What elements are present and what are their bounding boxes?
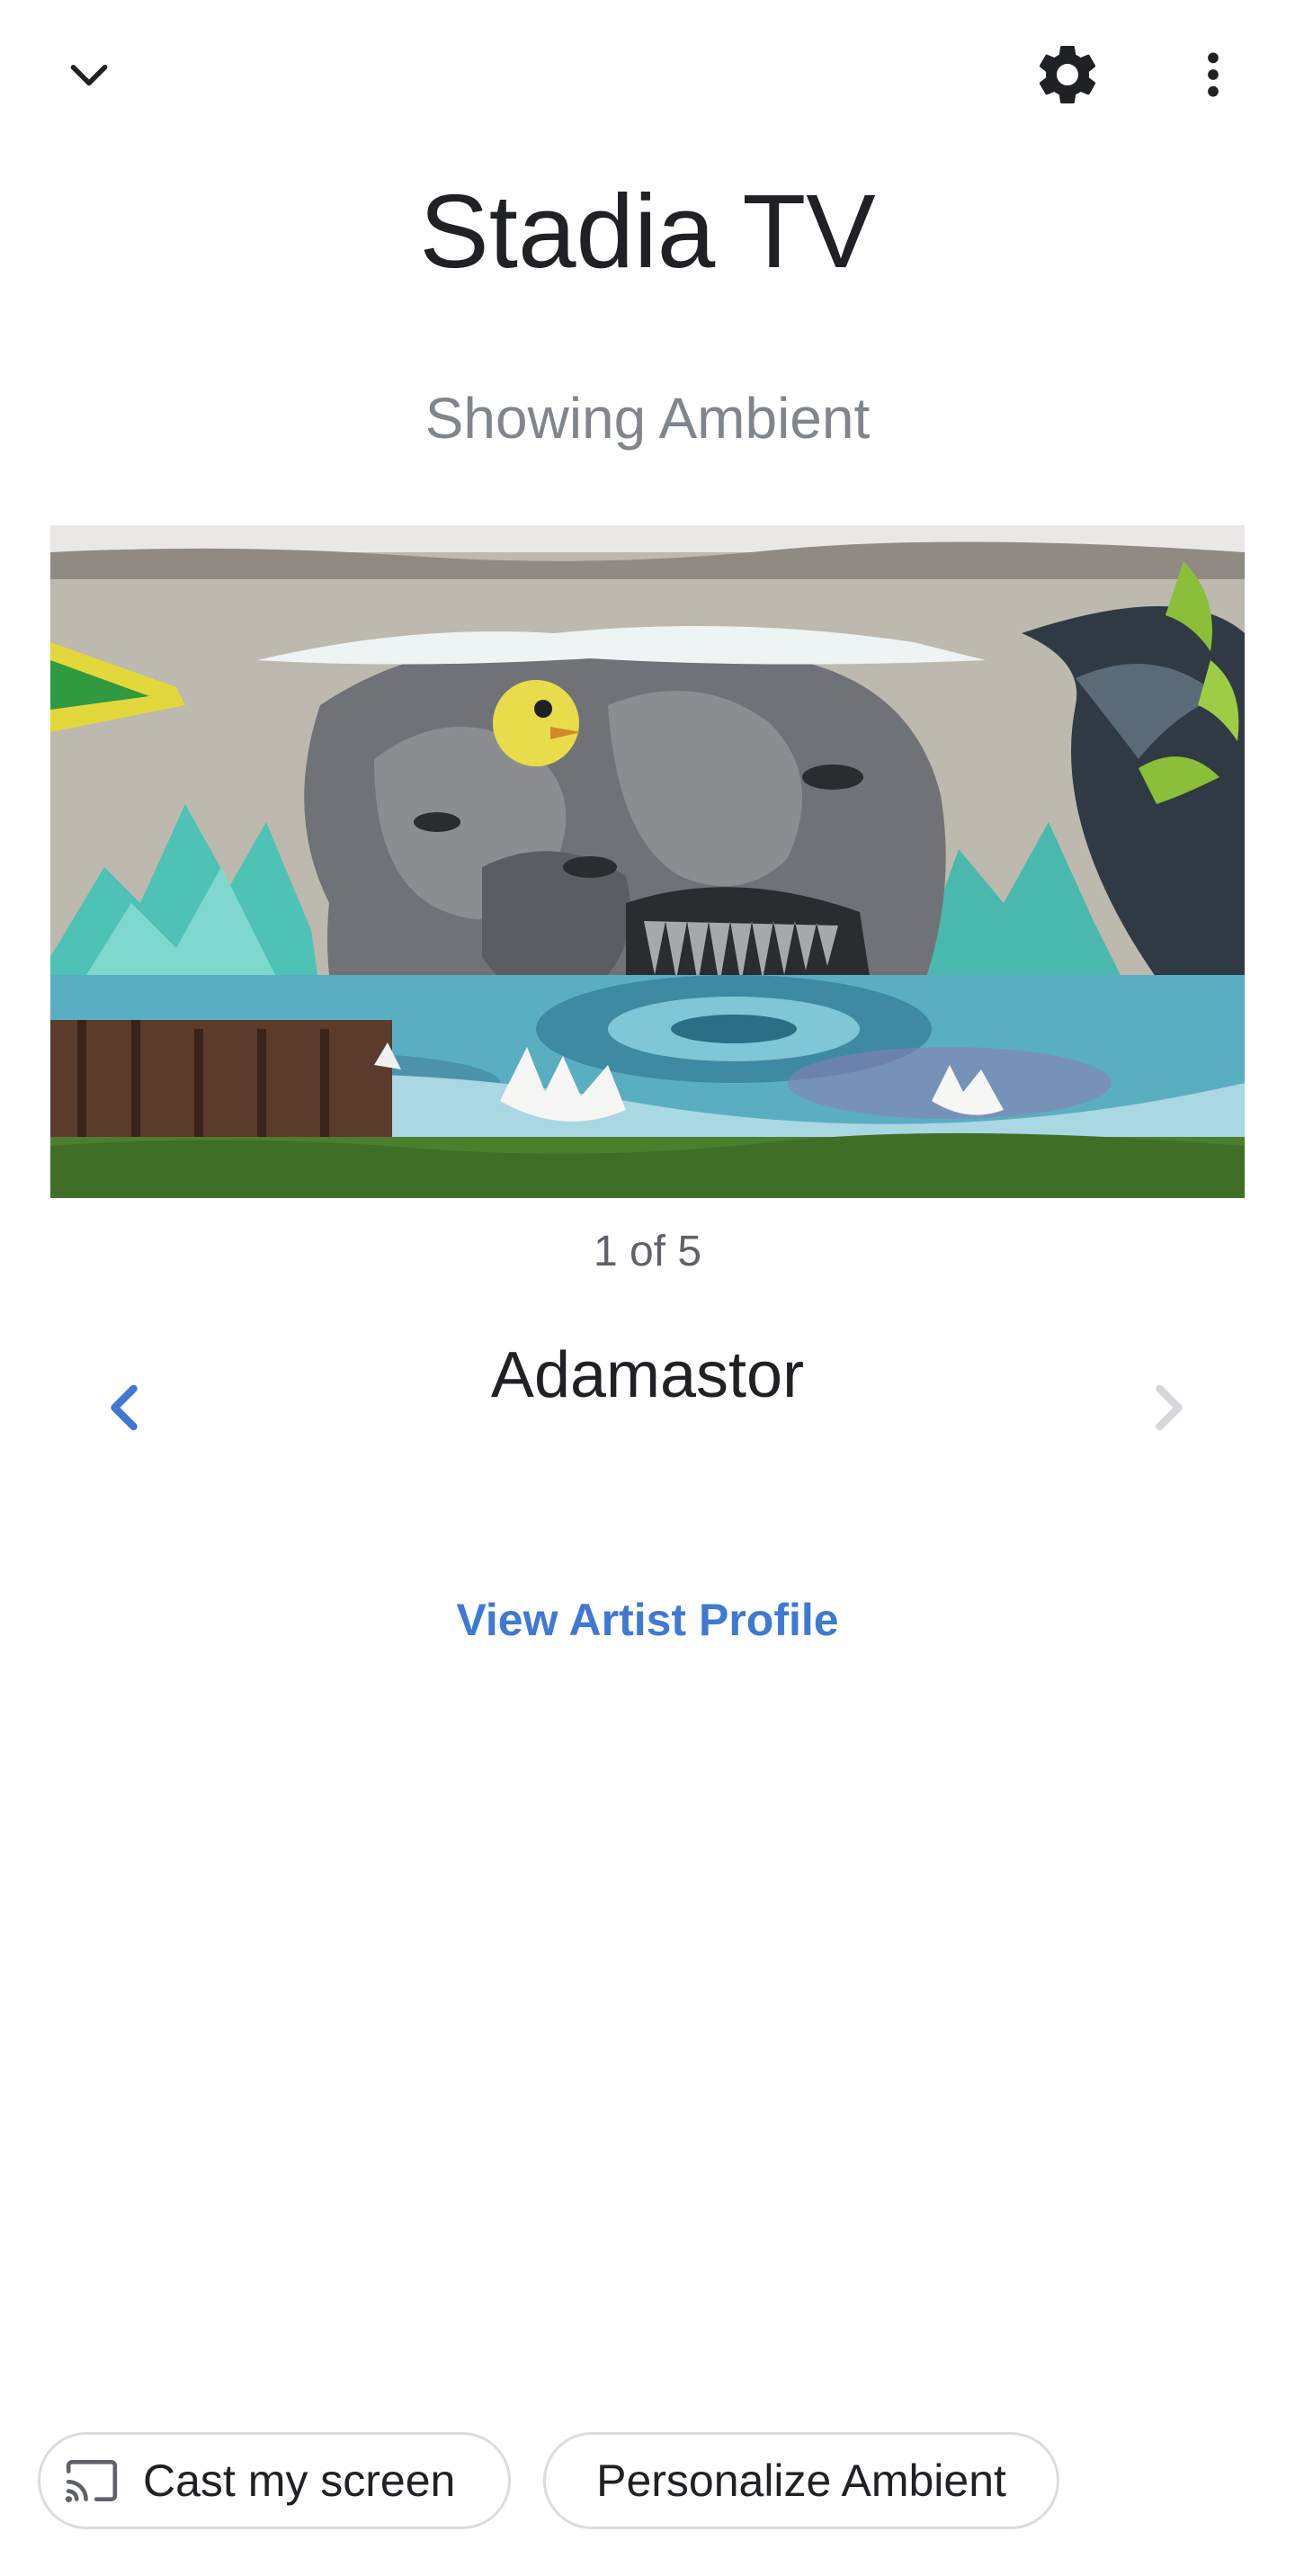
previous-artwork-button[interactable]: [79, 1358, 169, 1457]
artwork-image: [50, 525, 1245, 1198]
slide-counter: 1 of 5: [593, 1228, 702, 1275]
more-vertical-icon: [1208, 52, 1219, 97]
chevron-down-icon: [70, 65, 108, 86]
chevron-left-icon: [111, 1384, 138, 1431]
collapse-button[interactable]: [40, 25, 138, 124]
device-title: Stadia TV: [419, 173, 876, 290]
page: Stadia TV Showing Ambient 1 of 5 Adamast…: [0, 0, 1295, 2576]
next-artwork-button[interactable]: [1124, 1358, 1214, 1457]
personalize-ambient-button[interactable]: Personalize Ambient: [543, 2432, 1059, 2529]
artwork-title: Adamastor: [490, 1339, 805, 1411]
view-artist-profile-link[interactable]: View Artist Profile: [0, 1594, 1295, 1646]
gear-icon: [1039, 45, 1096, 103]
cast-icon: [64, 2457, 120, 2504]
cast-my-screen-label: Cast my screen: [143, 2455, 456, 2506]
chevron-right-icon: [1156, 1384, 1183, 1431]
cast-my-screen-button[interactable]: Cast my screen: [38, 2432, 511, 2529]
mode-subtitle: Showing Ambient: [424, 386, 871, 451]
personalize-ambient-label: Personalize Ambient: [596, 2455, 1006, 2506]
more-options-button[interactable]: [1164, 25, 1263, 124]
settings-button[interactable]: [1018, 25, 1117, 124]
